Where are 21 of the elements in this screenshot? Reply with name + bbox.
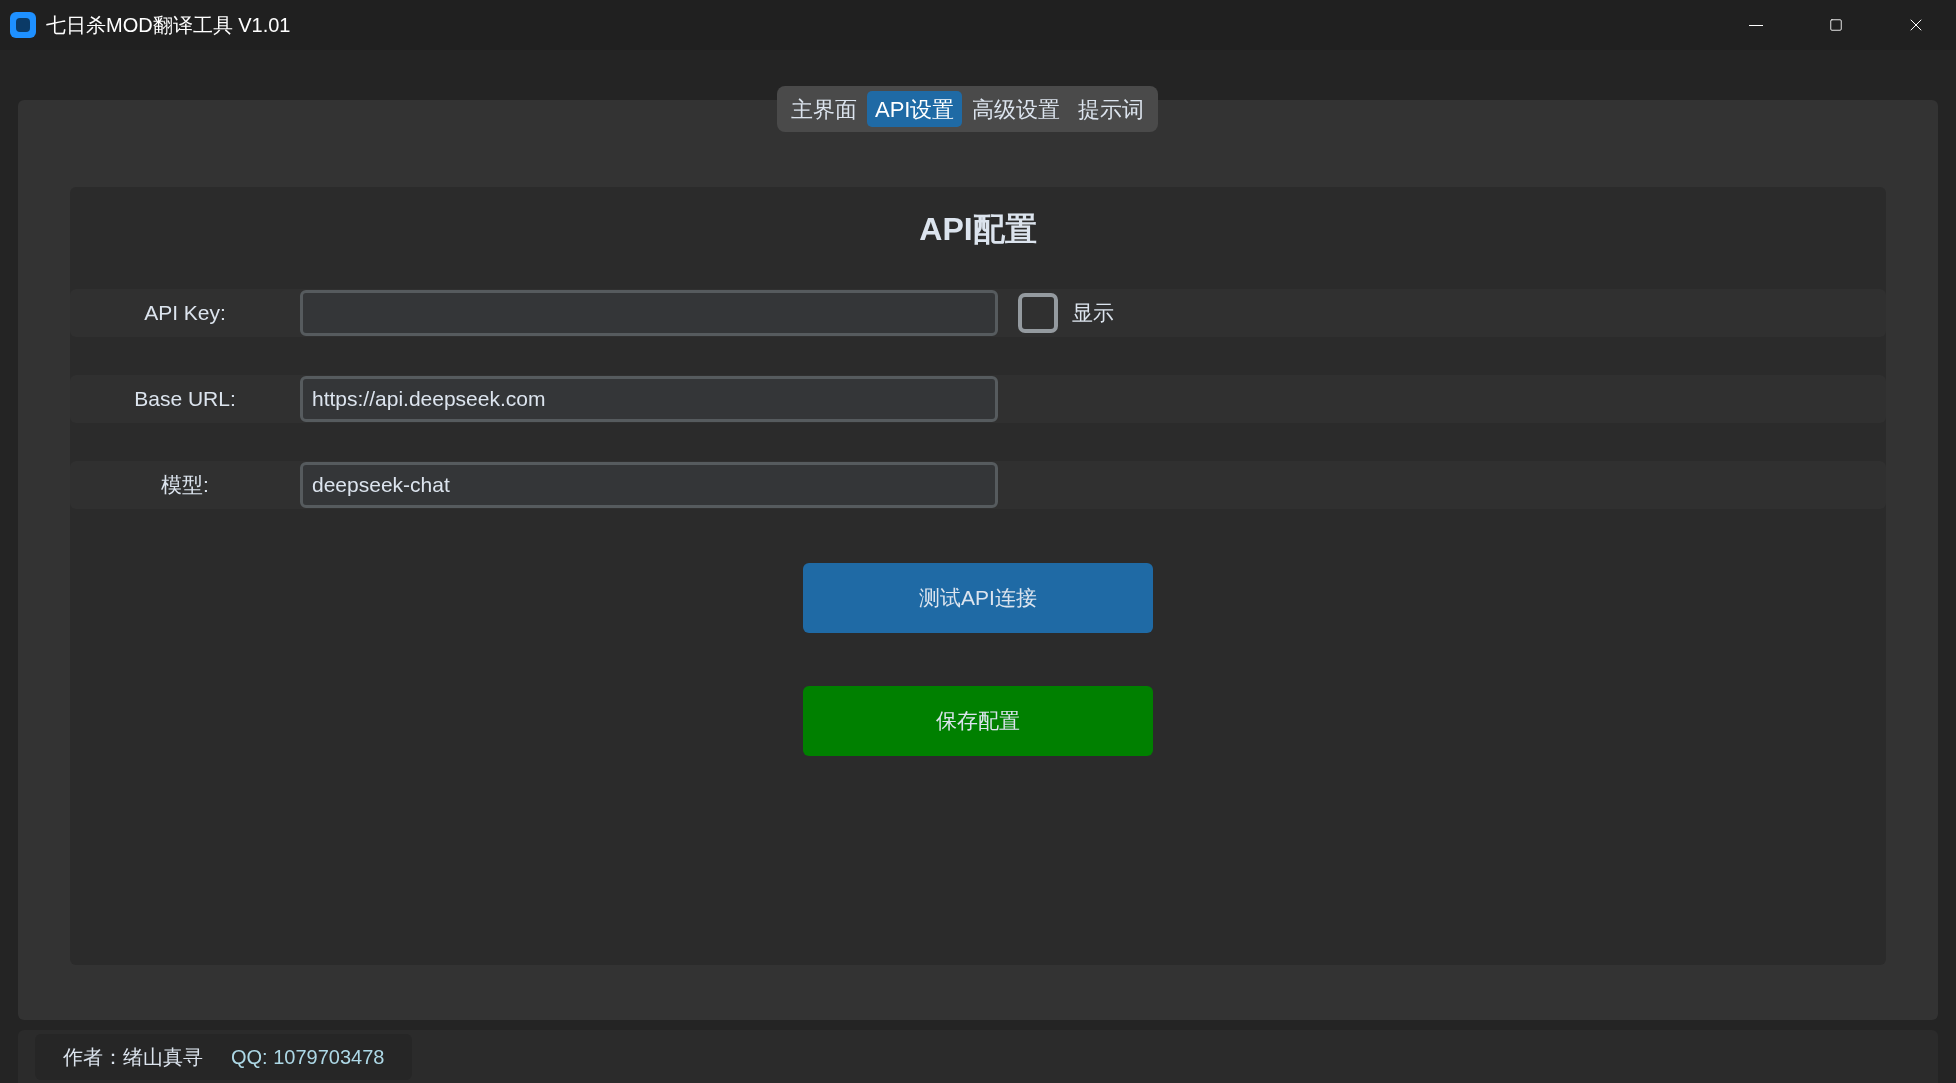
contact-label: QQ: 1079703478 [231,1044,385,1070]
maximize-icon [1829,18,1843,32]
field-label: Base URL: [133,386,237,413]
tab[interactable]: 提示词 [1070,91,1153,127]
action-button[interactable]: 测试API连接 [803,563,1153,633]
field-label: API Key: [143,300,227,327]
app-icon [10,12,36,38]
input-field[interactable]: deepseek-chat [300,462,998,508]
input-field[interactable] [300,290,998,336]
action-button[interactable]: 保存配置 [803,686,1153,756]
checkbox-label: 显示 [1072,300,1114,327]
field-label: 模型: [160,472,210,499]
tab[interactable]: 主界面 [783,91,865,127]
section-title: API配置 [918,210,1038,249]
minimize-icon [1749,24,1763,26]
checkbox[interactable] [1018,293,1058,333]
tab[interactable]: 高级设置 [964,91,1069,127]
author-label: 作者：绪山真寻 [63,1044,203,1070]
tab[interactable]: API设置 [867,91,963,127]
input-field[interactable]: https://api.deepseek.com [300,376,998,422]
window-title: 七日杀MOD翻译工具 V1.01 [46,13,291,38]
